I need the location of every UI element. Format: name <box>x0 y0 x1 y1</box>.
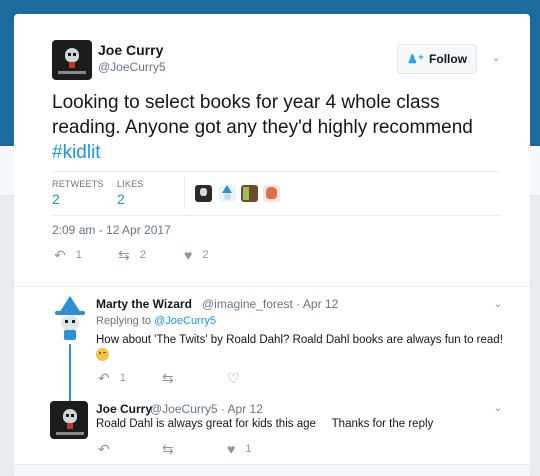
wink-emoji-icon <box>96 348 109 361</box>
retweet-button[interactable]: ⇆ <box>162 371 174 385</box>
tweet-text: Looking to select books for year 4 whole… <box>52 90 512 165</box>
retweet-icon: ⇆ <box>162 370 174 386</box>
replying-to: Replying to @JoeCurry5 <box>96 315 216 327</box>
reply-text: Roald Dahl is always great for kids this… <box>96 418 434 430</box>
follow-button[interactable]: ♟⁺ Follow <box>397 44 477 74</box>
reply-author-meta[interactable]: @imagine_forest · Apr 12 <box>202 297 338 311</box>
reply-body: How about 'The Twits' by Roald Dahl? Roa… <box>96 334 503 346</box>
reply-icon: ↶ <box>54 247 66 263</box>
reply-avatar[interactable] <box>52 296 88 340</box>
follow-label: Follow <box>429 52 468 66</box>
heart-icon: ♥ <box>184 247 193 263</box>
author-name[interactable]: Joe Curry <box>98 42 163 58</box>
chevron-down-icon[interactable]: ⌄ <box>492 298 504 310</box>
reply-author-name[interactable]: Marty the Wizard <box>96 297 192 311</box>
retweets-count[interactable]: 2 <box>52 191 60 207</box>
reply-footer <box>14 464 530 476</box>
divider <box>14 286 530 287</box>
reply-author-name[interactable]: Joe Curry <box>96 402 152 416</box>
like-button[interactable]: ♡ <box>227 371 240 385</box>
reply-button[interactable]: ↶ 1 <box>54 248 82 262</box>
replying-prefix: Replying to <box>96 315 155 327</box>
thread-connector <box>69 344 71 408</box>
chevron-down-icon[interactable]: ⌄ <box>492 402 504 414</box>
tweet-permalink-card: Joe Curry @JoeCurry5 ♟⁺ Follow ⌄ Looking… <box>14 14 530 476</box>
like-button[interactable]: ♥ 1 <box>227 442 251 456</box>
retweet-button[interactable]: ⇆ 2 <box>118 248 146 262</box>
reply-avatar[interactable] <box>50 401 88 439</box>
retweet-count: 2 <box>139 249 146 261</box>
like-count: 2 <box>202 249 209 261</box>
liker-avatar[interactable] <box>219 185 236 202</box>
heart-icon: ♡ <box>227 370 240 386</box>
like-button[interactable]: ♥ 2 <box>184 248 208 262</box>
liker-avatar[interactable] <box>241 185 258 202</box>
liker-avatar[interactable] <box>263 185 280 202</box>
reply-author-meta[interactable]: @JoeCurry5 · Apr 12 <box>150 402 263 416</box>
reply-button[interactable]: ↶ 1 <box>98 371 126 385</box>
tweet-body: Looking to select books for year 4 whole… <box>52 92 473 138</box>
author-avatar[interactable] <box>52 40 92 80</box>
divider <box>52 171 500 172</box>
likes-label: LIKES <box>117 179 144 189</box>
divider <box>52 215 500 216</box>
retweets-label: RETWEETS <box>52 179 104 189</box>
likes-count[interactable]: 2 <box>117 191 125 207</box>
hashtag-link[interactable]: #kidlit <box>52 142 101 163</box>
reply-text: How about 'The Twits' by Roald Dahl? Roa… <box>96 332 514 364</box>
author-handle[interactable]: @JoeCurry5 <box>98 60 166 74</box>
tweet-timestamp: 2:09 am - 12 Apr 2017 <box>52 223 171 237</box>
reply-icon: ↶ <box>98 370 110 386</box>
reply-icon: ↶ <box>98 441 110 457</box>
reply-count: 1 <box>75 249 82 261</box>
heart-icon: ♥ <box>227 441 236 457</box>
retweet-icon: ⇆ <box>162 441 174 457</box>
reply-count: 1 <box>119 372 126 384</box>
replying-handle-link[interactable]: @JoeCurry5 <box>154 315 216 327</box>
add-person-icon: ♟⁺ <box>406 52 425 66</box>
liker-avatar[interactable] <box>195 185 212 202</box>
divider <box>184 177 185 209</box>
retweet-button[interactable]: ⇆ <box>162 442 174 456</box>
reply-button[interactable]: ↶ <box>98 442 110 456</box>
retweet-icon: ⇆ <box>118 247 130 263</box>
like-count: 1 <box>245 443 252 455</box>
chevron-down-icon[interactable]: ⌄ <box>490 52 502 64</box>
